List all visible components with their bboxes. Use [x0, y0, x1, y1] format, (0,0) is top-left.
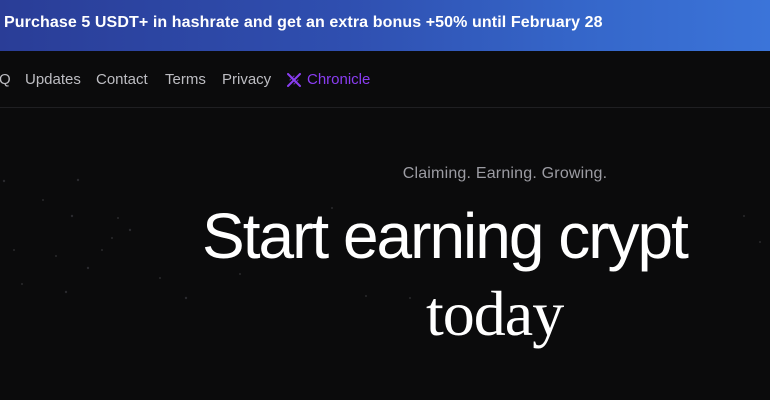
x-icon [287, 72, 301, 87]
hero-section: Claiming. Earning. Growing. Start earnin… [0, 108, 770, 400]
nav-item-updates[interactable]: Updates [25, 71, 81, 88]
nav-item-chronicle[interactable]: Chronicle [287, 71, 370, 88]
nav-item-privacy[interactable]: Privacy [222, 71, 271, 88]
page: - Purchase 5 USDT+ in hashrate and get a… [0, 0, 770, 400]
hero-tagline: Claiming. Earning. Growing. [402, 165, 608, 182]
hero-headline-serif: today [426, 278, 564, 349]
top-navigation: Q Updates Contact Terms Privacy Chronicl… [0, 51, 770, 108]
promo-text: - Purchase 5 USDT+ in hashrate and get a… [0, 14, 603, 31]
chronicle-label: Chronicle [307, 71, 371, 88]
nav-item-contact[interactable]: Contact [96, 71, 148, 88]
promo-banner[interactable]: - Purchase 5 USDT+ in hashrate and get a… [0, 0, 770, 51]
hero-headline: Start earning crypt [202, 200, 689, 272]
nav-item-faq[interactable]: Q [0, 71, 11, 88]
nav-item-terms[interactable]: Terms [165, 71, 206, 88]
